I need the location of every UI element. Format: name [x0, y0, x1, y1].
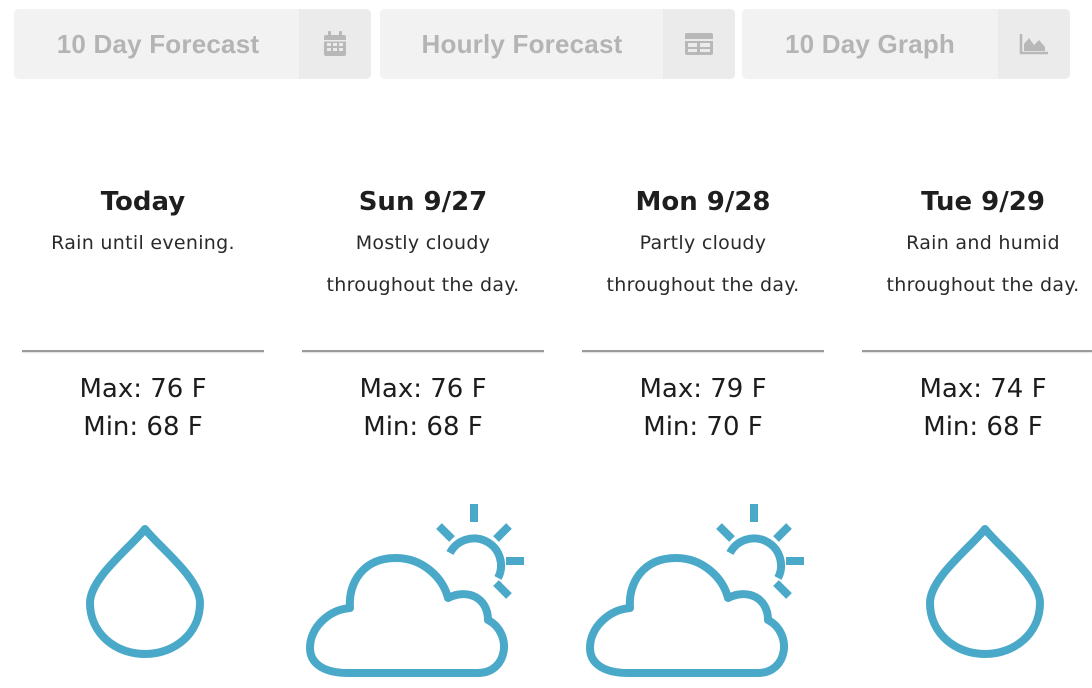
day-title: Sun 9/27 [358, 187, 488, 217]
temperatures: Max: 76 F Min: 68 F [278, 370, 568, 446]
description-line: throughout the day. [326, 274, 520, 296]
min-temp: Min: 68 F [83, 412, 203, 442]
raindrop-icon [86, 525, 204, 658]
max-temp: Max: 79 F [639, 374, 767, 404]
day-title: Today [100, 187, 186, 217]
max-temp: Max: 76 F [359, 374, 487, 404]
day-title: Mon 9/28 [635, 187, 771, 217]
table-icon [685, 33, 713, 55]
description-line: throughout the day. [886, 274, 1080, 296]
raindrop-icon [926, 525, 1044, 658]
partly-cloudy-icon [586, 504, 804, 677]
tab-hourly-forecast[interactable]: Hourly Forecast [380, 9, 735, 79]
temperatures: Max: 74 F Min: 68 F [838, 370, 1092, 446]
max-temp: Max: 76 F [79, 374, 207, 404]
divider [22, 350, 264, 352]
day-description: Mostly cloudy throughout the day. [283, 222, 563, 332]
day-column-mon: Mon 9/28 Partly cloudy throughout the da… [563, 180, 843, 677]
area-chart-icon [1019, 34, 1048, 55]
day-description: Rain and humid throughout the day. [843, 222, 1092, 332]
tab-label: 10 Day Graph [784, 29, 956, 59]
divider [862, 350, 1092, 352]
divider [302, 350, 544, 352]
description-line: Mostly cloudy [355, 232, 491, 254]
day-column-tue: Tue 9/29 Rain and humid throughout the d… [843, 180, 1092, 658]
temperatures: Max: 76 F Min: 68 F [0, 370, 288, 446]
description-line: throughout the day. [606, 274, 800, 296]
forecast-tabs: 10 Day Forecast Hourly Forecast 10 Day G… [0, 9, 1092, 79]
partly-cloudy-icon [306, 504, 524, 677]
description-line: Rain and humid [906, 232, 1060, 254]
tab-10-day-graph[interactable]: 10 Day Graph [742, 9, 1070, 79]
day-title: Tue 9/29 [921, 187, 1045, 217]
description-line: Partly cloudy [639, 232, 767, 254]
tab-label: 10 Day Forecast [56, 29, 260, 59]
tab-10-day-forecast[interactable]: 10 Day Forecast [14, 9, 371, 79]
min-temp: Min: 68 F [363, 412, 483, 442]
description-line: Rain until evening. [51, 232, 235, 254]
temperatures: Max: 79 F Min: 70 F [558, 370, 848, 446]
tab-icon-container [299, 9, 371, 79]
day-description: Rain until evening. [3, 222, 283, 332]
calendar-icon [324, 31, 346, 56]
day-column-today: Today Rain until evening. Max: 76 F Min:… [3, 180, 283, 658]
min-temp: Min: 68 F [923, 412, 1043, 442]
max-temp: Max: 74 F [919, 374, 1047, 404]
day-description: Partly cloudy throughout the day. [563, 222, 843, 332]
tab-label: Hourly Forecast [421, 29, 623, 59]
min-temp: Min: 70 F [643, 412, 763, 442]
tab-icon-container [663, 9, 735, 79]
day-column-sun: Sun 9/27 Mostly cloudy throughout the da… [283, 180, 563, 677]
tab-icon-container [998, 9, 1070, 79]
divider [582, 350, 824, 352]
